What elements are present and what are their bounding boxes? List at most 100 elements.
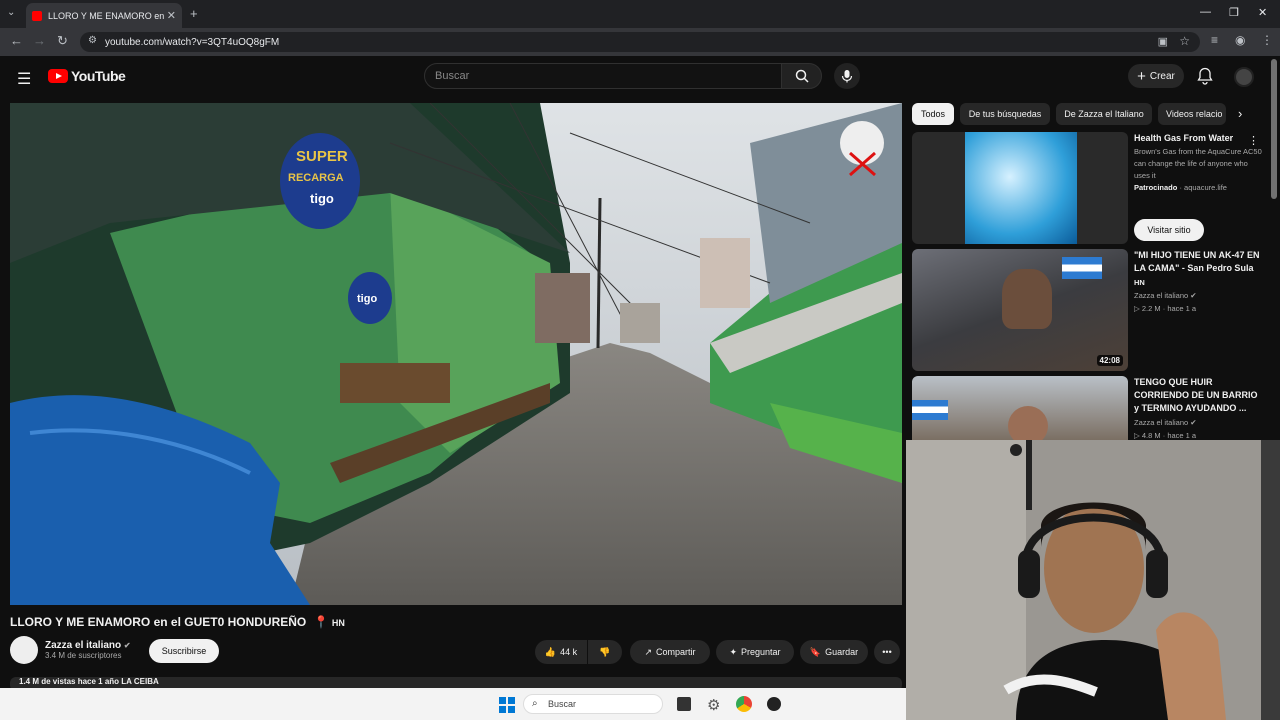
profile-icon[interactable]: ◉ (1235, 33, 1245, 47)
maximize-icon[interactable]: ❐ (1229, 6, 1239, 19)
ad-thumbnail-bg[interactable] (912, 132, 1128, 244)
sponsored-label: Patrocinado (1134, 183, 1178, 192)
sign-recarga-text: RECARGA (288, 172, 344, 184)
search-input[interactable]: Buscar (424, 63, 782, 89)
like-button[interactable]: 👍 44 k (535, 640, 587, 664)
honduras-flag (1062, 257, 1102, 279)
video-player[interactable]: SUPER RECARGA tigo tigo (10, 103, 902, 605)
channel-info[interactable]: Zazza el italiano ✔ 3.4 M de suscriptore… (10, 636, 131, 664)
bell-icon (1197, 67, 1213, 85)
verified-icon: ✔ (1190, 291, 1197, 300)
thumbs-up-icon: 👍 (544, 646, 557, 657)
chevron-right-icon[interactable]: › (1238, 106, 1242, 121)
plus-icon: + (1137, 67, 1146, 85)
thumbnail-person (1002, 269, 1052, 329)
views-date-line: 1.4 M de vistas hace 1 año LA CEIBA (19, 677, 159, 686)
close-window-icon[interactable]: ✕ (1258, 6, 1267, 19)
video-frame: SUPER RECARGA tigo tigo (10, 103, 902, 605)
browser-tab-bar: ⌄ LLORO Y ME ENAMORO en el GUETO HONDURE… (0, 0, 1280, 28)
recommended-views: 2.2 M (1141, 304, 1161, 313)
youtube-play-logo-icon (48, 69, 68, 83)
taskbar-search-placeholder: Buscar (548, 699, 577, 709)
share-button[interactable]: ↗ Compartir (630, 640, 710, 664)
webcam-overlay (906, 440, 1280, 720)
like-count: 44 k (560, 647, 578, 657)
create-button[interactable]: + Crear (1128, 64, 1184, 88)
browser-tab[interactable]: LLORO Y ME ENAMORO en el GUETO HONDUREÑO… (26, 3, 182, 28)
site-info-icon[interactable]: ⚙ (88, 35, 97, 46)
url-bar[interactable]: ⚙ youtube.com/watch?v=3QT4uOQ8gFM ▣ ☆ (80, 32, 1200, 52)
back-icon[interactable]: ← (10, 33, 23, 48)
chip-related[interactable]: Videos relacio (1158, 103, 1226, 125)
verified-icon: ✔ (123, 641, 131, 650)
create-label: Crear (1149, 70, 1175, 82)
pin-icon: 📍 (313, 615, 329, 629)
visit-site-button[interactable]: Visitar sitio (1134, 219, 1204, 241)
honduras-flag (912, 400, 948, 420)
chip-from-channel[interactable]: De Zazza el Italiano (1056, 103, 1152, 125)
ask-button[interactable]: ✦ Preguntar (716, 640, 794, 664)
hamburger-menu-icon[interactable]: ☰ (17, 69, 31, 89)
recommended-views: 4.8 M (1141, 431, 1161, 440)
sign-tigo-small-text: tigo (357, 293, 377, 305)
microphone-icon (841, 70, 853, 83)
tab-title: LLORO Y ME ENAMORO en el GUETO HONDUREÑO (48, 10, 167, 21)
close-tab-icon[interactable]: ✕ (167, 9, 176, 22)
more-icon: ••• (882, 647, 892, 657)
forward-icon[interactable]: → (33, 33, 46, 48)
notifications-button[interactable] (1197, 67, 1213, 90)
sign-tigo-text: tigo (310, 191, 334, 206)
video-title-row: LLORO Y ME ENAMORO en el GUET0 HONDUREÑO… (10, 615, 345, 629)
obs-icon[interactable] (767, 697, 781, 711)
recommended-channel[interactable]: Zazza el italiano (1134, 418, 1188, 427)
recommended-title[interactable]: "MI HIJO TIENE UN AK-47 EN LA CAMA" - Sa… (1134, 249, 1264, 275)
save-label: Guardar (825, 647, 859, 657)
ask-label: Preguntar (741, 647, 781, 657)
new-tab-icon[interactable]: + (190, 6, 198, 21)
recommended-age: hace 1 a (1167, 304, 1197, 313)
save-button[interactable]: 🔖 Guardar (800, 640, 868, 664)
user-avatar[interactable] (1234, 67, 1254, 87)
views-icon: ▷ (1134, 304, 1140, 313)
thumbnail-face (1008, 406, 1048, 440)
cast-icon[interactable]: ▣ (1158, 35, 1168, 48)
views-icon: ▷ (1134, 431, 1140, 440)
chip-todos[interactable]: Todos (912, 103, 954, 125)
recommended-channel[interactable]: Zazza el italiano (1134, 291, 1188, 300)
share-label: Compartir (656, 647, 696, 657)
youtube-logo[interactable]: YouTube (48, 68, 126, 84)
settings-gear-icon[interactable]: ⚙ (707, 696, 720, 714)
sign-super-text: SUPER (296, 148, 348, 165)
extensions-icon[interactable]: ≡ (1211, 33, 1218, 47)
more-actions-button[interactable]: ••• (874, 640, 900, 664)
address-bar-row: ← → ↻ ⚙ youtube.com/watch?v=3QT4uOQ8gFM … (0, 28, 1280, 56)
recommended-title[interactable]: TENGO QUE HUIR CORRIENDO DE UN BARRIO y … (1134, 376, 1264, 415)
browser-menu-icon[interactable]: ⋮ (1261, 33, 1273, 47)
dislike-button[interactable]: 👎 (588, 640, 622, 664)
page-scrollbar[interactable] (1271, 59, 1277, 199)
channel-avatar[interactable] (10, 636, 38, 664)
channel-name[interactable]: Zazza el italiano (45, 640, 121, 651)
video-flag-tag: HN (331, 618, 345, 628)
voice-search-button[interactable] (834, 63, 860, 89)
video-duration: 42:08 (1096, 355, 1123, 366)
chip-from-searches[interactable]: De tus búsquedas (960, 103, 1050, 125)
subscribe-button[interactable]: Suscribirse (149, 639, 219, 663)
thumbs-down-icon: 👎 (599, 646, 611, 657)
tab-list-icon[interactable]: ⌄ (7, 7, 15, 18)
sparkle-icon: ✦ (729, 646, 737, 657)
taskbar-search-input[interactable]: ⌕ Buscar (523, 694, 663, 714)
ad-domain: · aquacure.life (1179, 183, 1227, 192)
ad-title[interactable]: Health Gas From Water (1134, 132, 1254, 145)
minimize-icon[interactable]: — (1200, 6, 1211, 18)
video-thumbnail[interactable] (912, 376, 1128, 440)
logo-text: YouTube (71, 68, 126, 84)
task-view-icon[interactable] (677, 697, 691, 711)
subscriber-count: 3.4 M de suscriptores (45, 651, 122, 660)
search-button[interactable] (781, 63, 822, 89)
chrome-icon[interactable] (736, 696, 752, 712)
video-thumbnail[interactable]: 42:08 (912, 249, 1128, 371)
reload-icon[interactable]: ↻ (57, 33, 68, 49)
windows-start-icon[interactable] (499, 697, 515, 713)
bookmark-star-icon[interactable]: ☆ (1179, 34, 1190, 48)
